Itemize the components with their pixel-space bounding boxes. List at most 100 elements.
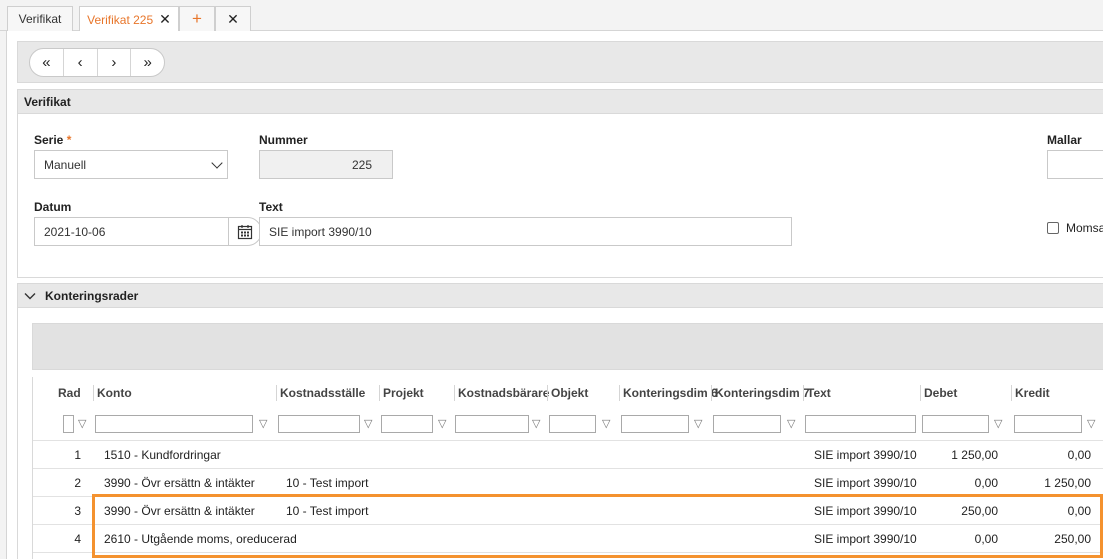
close-tab-icon[interactable]: ✕ <box>159 11 171 28</box>
calendar-button[interactable] <box>228 217 262 246</box>
chevron-down-icon[interactable] <box>24 290 36 302</box>
column-header-projekt[interactable]: Projekt <box>379 385 451 401</box>
filter-konteringsdim-7[interactable] <box>713 415 781 433</box>
column-header-text[interactable]: Text <box>803 385 915 401</box>
column-header-rad[interactable]: Rad <box>55 385 81 401</box>
first-record-button[interactable]: « <box>30 49 64 76</box>
close-all-tabs-button[interactable]: ✕ <box>215 6 251 31</box>
cell-kostnadsstalle: 10 - Test import <box>286 476 369 490</box>
previous-record-button[interactable]: ‹ <box>64 49 98 76</box>
add-tab-button[interactable]: + <box>179 6 215 31</box>
column-header-kredit[interactable]: Kredit <box>1011 385 1101 401</box>
cell-kredit: 1 250,00 <box>1044 476 1091 490</box>
filter-icon[interactable]: ▽ <box>259 417 267 430</box>
serie-select-value: Manuell <box>44 157 87 172</box>
datum-label: Datum <box>34 200 72 214</box>
filter-icon[interactable]: ▽ <box>1087 417 1095 430</box>
cell-kredit: 0,00 <box>1067 504 1091 518</box>
filter-kostnadsbarare[interactable] <box>455 415 529 433</box>
datum-value: 2021-10-06 <box>44 224 106 239</box>
verifikat-section-body: Serie * Manuell Nummer 225 Mallar Datum … <box>17 114 1103 278</box>
datum-input[interactable]: 2021-10-06 <box>34 217 229 246</box>
verifikat-section-header: Verifikat <box>17 89 1103 114</box>
serie-label: Serie * <box>34 133 71 147</box>
filter-konteringsdim-6[interactable] <box>621 415 689 433</box>
filter-icon[interactable]: ▽ <box>994 417 1002 430</box>
table-row[interactable]: 2 3990 - Övr ersättn & intäkter 10 - Tes… <box>33 468 1103 496</box>
tab-verifikat[interactable]: Verifikat <box>7 6 73 31</box>
filter-konto[interactable] <box>95 415 253 433</box>
cell-text: SIE import 3990/10 <box>814 532 917 546</box>
filter-debet[interactable] <box>922 415 989 433</box>
next-record-button[interactable]: › <box>98 49 132 76</box>
chevron-down-icon <box>211 157 223 169</box>
mallar-label: Mallar <box>1047 133 1082 147</box>
table-row[interactable]: 4 2610 - Utgående moms, oreducerad SIE i… <box>33 524 1103 552</box>
cell-konto: 2610 - Utgående moms, oreducerad <box>104 532 297 546</box>
filter-icon[interactable]: ▽ <box>438 417 446 430</box>
momsav-label: Momsav <box>1066 221 1103 235</box>
text-label: Text <box>259 200 283 214</box>
column-header-konteringsdim-6[interactable]: Konteringsdim 6 <box>619 385 718 401</box>
konteringsrader-grid: Rad Konto Kostnadsställe Projekt Kostnad… <box>32 377 1103 559</box>
filter-objekt[interactable] <box>549 415 596 433</box>
nummer-field: 225 <box>259 150 393 179</box>
column-header-objekt[interactable]: Objekt <box>547 385 617 401</box>
konteringsrader-title: Konteringsrader <box>45 288 139 303</box>
nummer-value: 225 <box>351 157 372 172</box>
text-input[interactable]: SIE import 3990/10 <box>259 217 792 246</box>
filter-kredit[interactable] <box>1014 415 1082 433</box>
cell-debet: 250,00 <box>961 504 998 518</box>
table-row[interactable]: 3 3990 - Övr ersättn & intäkter 10 - Tes… <box>33 496 1103 524</box>
grid-toolbar <box>32 323 1103 370</box>
serie-select[interactable]: Manuell <box>34 150 228 179</box>
momsav-checkbox[interactable] <box>1047 222 1059 234</box>
cell-rad: 4 <box>74 532 81 546</box>
filter-projekt[interactable] <box>381 415 433 433</box>
filter-icon[interactable]: ▽ <box>694 417 702 430</box>
main-panel: « ‹ › » Verifikat Serie * Manuell Nummer… <box>6 31 1103 559</box>
cell-konto: 3990 - Övr ersättn & intäkter <box>104 476 255 490</box>
nummer-label: Nummer <box>259 133 308 147</box>
column-header-debet[interactable]: Debet <box>920 385 1008 401</box>
cell-debet: 1 250,00 <box>951 448 998 462</box>
last-record-button[interactable]: » <box>131 49 164 76</box>
mallar-select[interactable] <box>1047 150 1103 179</box>
filter-icon[interactable]: ▽ <box>787 417 795 430</box>
cell-kredit: 0,00 <box>1067 448 1091 462</box>
filter-text[interactable] <box>805 415 916 433</box>
filter-icon[interactable]: ▽ <box>364 417 372 430</box>
calendar-icon <box>237 224 253 239</box>
cell-rad: 1 <box>74 448 81 462</box>
cell-rad: 3 <box>74 504 81 518</box>
filter-kostnadsstalle[interactable] <box>278 415 360 433</box>
verifikat-section-title: Verifikat <box>24 94 71 109</box>
cell-debet: 0,00 <box>974 476 998 490</box>
datum-group: 2021-10-06 <box>34 217 264 246</box>
column-header-kostnadsstalle[interactable]: Kostnadsställe <box>276 385 376 401</box>
cell-kostnadsstalle: 10 - Test import <box>286 504 369 518</box>
cell-kredit: 250,00 <box>1054 532 1091 546</box>
tab-verifikat-225[interactable]: Verifikat 225 ✕ <box>79 6 179 32</box>
cell-konto: 3990 - Övr ersättn & intäkter <box>104 504 255 518</box>
filter-rad[interactable] <box>63 415 74 433</box>
cell-text: SIE import 3990/10 <box>814 504 917 518</box>
cell-rad: 2 <box>74 476 81 490</box>
table-row[interactable]: 1 1510 - Kundfordringar SIE import 3990/… <box>33 440 1103 468</box>
column-header-konteringsdim-7[interactable]: Konteringsdim 7 <box>711 385 810 401</box>
cell-konto: 1510 - Kundfordringar <box>104 448 221 462</box>
filter-icon[interactable]: ▽ <box>532 417 540 430</box>
tab-verifikat-label: Verifikat <box>18 12 62 26</box>
konteringsrader-section-header[interactable]: Konteringsrader <box>17 283 1103 308</box>
serie-label-text: Serie <box>34 133 64 147</box>
cell-debet: 0,00 <box>974 532 998 546</box>
tab-bar: Verifikat Verifikat 225 ✕ + ✕ <box>0 0 1103 32</box>
column-header-kostnadsbarare[interactable]: Kostnadsbärare <box>454 385 549 401</box>
tab-verifikat-225-label: Verifikat 225 <box>87 12 154 27</box>
table-row-partial <box>33 552 1103 559</box>
filter-icon[interactable]: ▽ <box>78 417 86 430</box>
column-header-konto[interactable]: Konto <box>93 385 273 401</box>
record-navigation-toolbar: « ‹ › » <box>17 41 1103 83</box>
required-marker: * <box>66 133 72 147</box>
filter-icon[interactable]: ▽ <box>602 417 610 430</box>
